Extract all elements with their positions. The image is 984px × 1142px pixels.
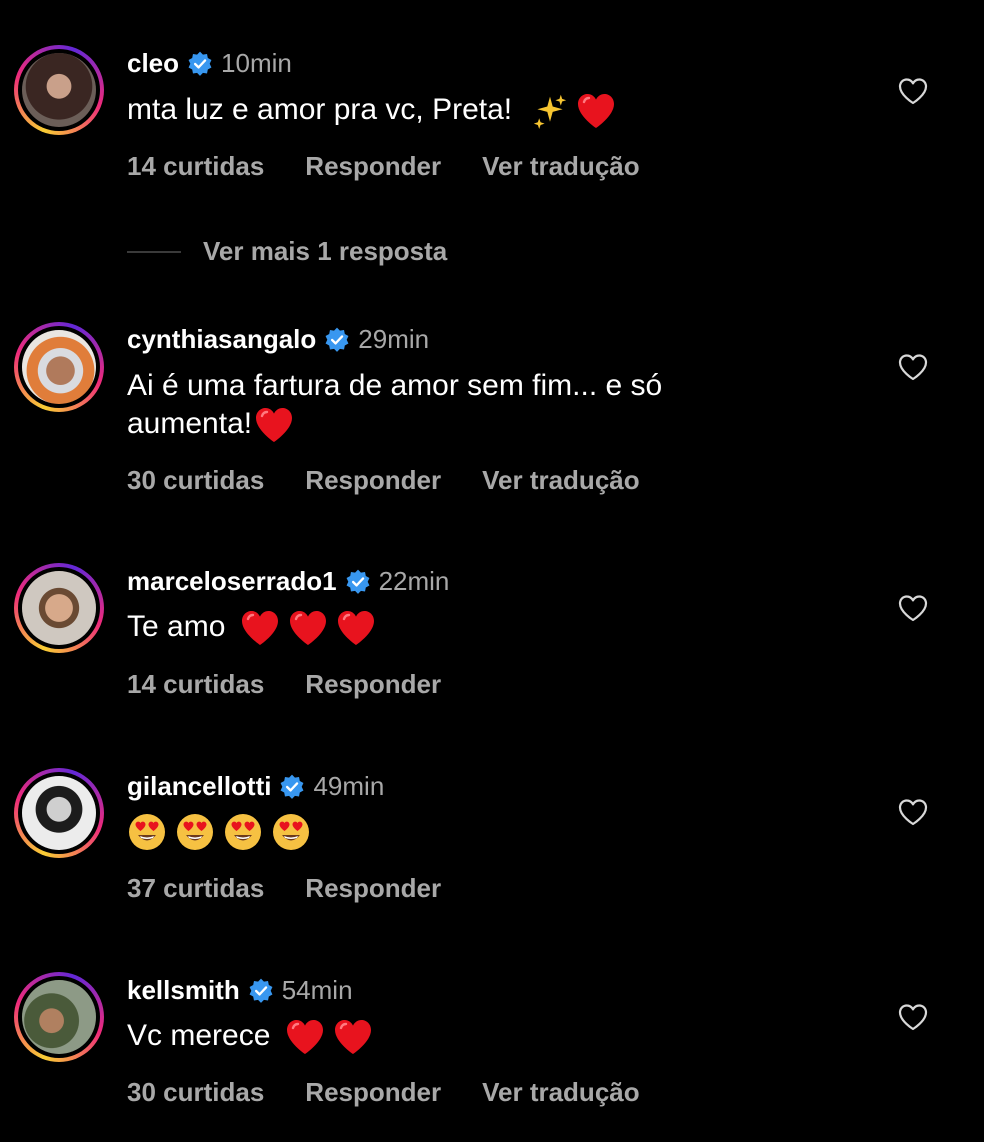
- avatar-story-ring[interactable]: [14, 768, 104, 858]
- avatar-border: [18, 772, 100, 854]
- comment-actions: 37 curtidas Responder: [127, 873, 441, 904]
- avatar-border: [18, 326, 100, 408]
- comment-header: kellsmith 54min: [127, 975, 353, 1006]
- comment-text: Vc merece: [127, 1017, 847, 1056]
- comment-text: mta luz e amor pra vc, Preta!: [127, 91, 847, 130]
- timestamp: 29min: [358, 324, 430, 354]
- avatar-story-ring[interactable]: [14, 563, 104, 653]
- replies-divider: [127, 250, 181, 253]
- comment-actions: 14 curtidas Responder Ver tradução: [127, 151, 640, 182]
- avatar-story-ring[interactable]: [14, 322, 104, 412]
- translate-button[interactable]: Ver tradução: [482, 1077, 640, 1108]
- red-heart-icon: [336, 609, 376, 647]
- verified-badge-icon: [324, 327, 350, 353]
- comment-header: marceloserrado1 22min: [127, 566, 449, 597]
- view-replies-button[interactable]: Ver mais 1 resposta: [127, 236, 447, 267]
- timestamp: 22min: [378, 566, 450, 596]
- username[interactable]: kellsmith: [127, 975, 240, 1006]
- comment-body: Vc merece: [127, 1019, 279, 1052]
- red-heart-icon: [333, 1018, 373, 1056]
- heart-eyes-icon: [175, 812, 215, 852]
- like-heart-icon[interactable]: [898, 1003, 928, 1031]
- likes-count[interactable]: 30 curtidas: [127, 1077, 264, 1108]
- like-heart-icon[interactable]: [898, 594, 928, 622]
- comment-body: Ai é uma fartura de amor sem fim... e só…: [127, 369, 663, 440]
- like-heart-icon[interactable]: [898, 798, 928, 826]
- avatar-story-ring[interactable]: [14, 972, 104, 1062]
- verified-badge-icon: [279, 774, 305, 800]
- comment-text: [127, 812, 847, 852]
- translate-button[interactable]: Ver tradução: [482, 465, 640, 496]
- red-heart-icon: [240, 609, 280, 647]
- avatar: [22, 330, 96, 404]
- red-heart-icon: [254, 406, 294, 444]
- likes-count[interactable]: 30 curtidas: [127, 465, 264, 496]
- red-heart-icon: [288, 609, 328, 647]
- username[interactable]: gilancellotti: [127, 771, 271, 802]
- red-heart-icon: [285, 1018, 325, 1056]
- comment-header: gilancellotti 49min: [127, 771, 384, 802]
- avatar: [22, 53, 96, 127]
- translate-button[interactable]: Ver tradução: [482, 151, 640, 182]
- verified-badge-icon: [345, 569, 371, 595]
- avatar: [22, 776, 96, 850]
- avatar: [22, 980, 96, 1054]
- likes-count[interactable]: 14 curtidas: [127, 669, 264, 700]
- like-heart-icon[interactable]: [898, 353, 928, 381]
- heart-eyes-icon: [271, 812, 311, 852]
- view-replies-label: Ver mais 1 resposta: [203, 236, 448, 266]
- avatar-border: [18, 567, 100, 649]
- red-heart-icon: [576, 92, 616, 130]
- avatar-border: [18, 49, 100, 131]
- comment-text: Te amo: [127, 608, 847, 647]
- username[interactable]: cleo: [127, 48, 179, 79]
- like-heart-icon[interactable]: [898, 77, 928, 105]
- sparkles-icon: [532, 93, 568, 129]
- reply-button[interactable]: Responder: [305, 151, 441, 182]
- likes-count[interactable]: 14 curtidas: [127, 151, 264, 182]
- reply-button[interactable]: Responder: [305, 669, 441, 700]
- verified-badge-icon: [248, 978, 274, 1004]
- username[interactable]: marceloserrado1: [127, 566, 337, 597]
- comment-actions: 30 curtidas Responder Ver tradução: [127, 1077, 640, 1108]
- comment-header: cynthiasangalo 29min: [127, 324, 429, 355]
- comment-actions: 14 curtidas Responder: [127, 669, 441, 700]
- comment-body: mta luz e amor pra vc, Preta!: [127, 93, 521, 126]
- verified-badge-icon: [187, 51, 213, 77]
- timestamp: 54min: [281, 975, 353, 1005]
- reply-button[interactable]: Responder: [305, 1077, 441, 1108]
- avatar: [22, 571, 96, 645]
- timestamp: 49min: [313, 771, 385, 801]
- avatar-story-ring[interactable]: [14, 45, 104, 135]
- reply-button[interactable]: Responder: [305, 873, 441, 904]
- likes-count[interactable]: 37 curtidas: [127, 873, 264, 904]
- avatar-border: [18, 976, 100, 1058]
- timestamp: 10min: [221, 48, 292, 78]
- heart-eyes-icon: [223, 812, 263, 852]
- comment-text: Ai é uma fartura de amor sem fim... e só…: [127, 367, 767, 444]
- reply-button[interactable]: Responder: [305, 465, 441, 496]
- heart-eyes-icon: [127, 812, 167, 852]
- comment-body: Te amo: [127, 610, 234, 643]
- comment-actions: 30 curtidas Responder Ver tradução: [127, 465, 640, 496]
- comment-header: cleo 10min: [127, 48, 292, 79]
- username[interactable]: cynthiasangalo: [127, 324, 316, 355]
